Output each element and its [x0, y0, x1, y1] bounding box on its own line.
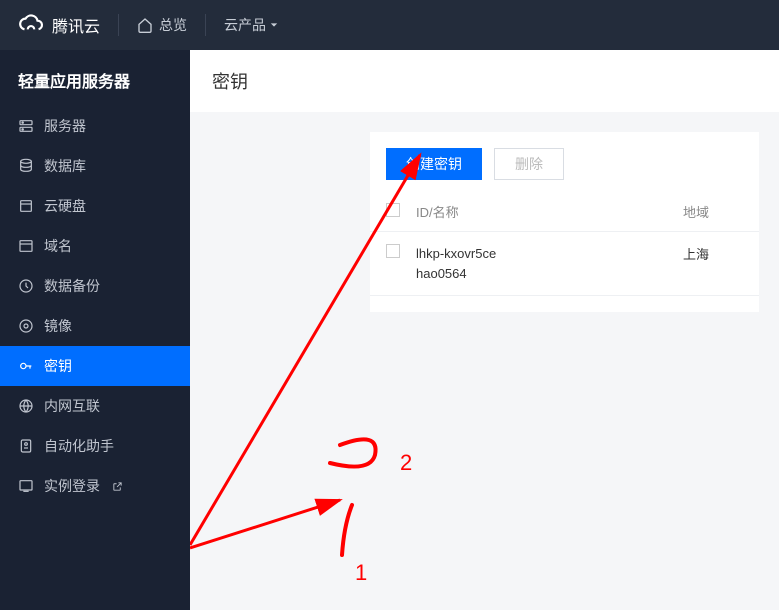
home-icon — [137, 17, 153, 33]
cloud-icon — [18, 12, 44, 38]
cell-id: lhkp-kxovr5ce hao0564 — [416, 244, 683, 283]
nav-label: 服务器 — [44, 116, 86, 136]
nav-domain[interactable]: 域名 — [0, 226, 190, 266]
nav-label: 数据库 — [44, 156, 86, 176]
nav-login[interactable]: 实例登录 — [0, 466, 190, 506]
key-table: ID/名称 地域 lhkp-kxovr5ce hao0564 上海 — [370, 192, 759, 296]
brand-text: 腾讯云 — [52, 13, 100, 37]
nav-disk[interactable]: 云硬盘 — [0, 186, 190, 226]
nav-automation-icon — [18, 438, 34, 454]
nav-backup-icon — [18, 278, 34, 294]
nav-label: 云硬盘 — [44, 196, 86, 216]
nav-intranet[interactable]: 内网互联 — [0, 386, 190, 426]
nav-label: 密钥 — [44, 356, 72, 376]
table-row: lhkp-kxovr5ce hao0564 上海 — [370, 232, 759, 296]
nav-disk-icon — [18, 198, 34, 214]
nav-label: 实例登录 — [44, 476, 100, 496]
overview-label: 总览 — [159, 15, 187, 35]
delete-button[interactable]: 删除 — [494, 148, 564, 180]
col-region-header: 地域 — [683, 202, 743, 221]
divider — [205, 14, 206, 36]
nav-server[interactable]: 服务器 — [0, 106, 190, 146]
divider — [118, 14, 119, 36]
annotation-2: 2 — [400, 450, 412, 475]
sidebar-title: 轻量应用服务器 — [0, 50, 190, 106]
nav-key[interactable]: 密钥 — [0, 346, 190, 386]
nav-label: 内网互联 — [44, 396, 100, 416]
nav-key-icon — [18, 358, 34, 374]
overview-link[interactable]: 总览 — [137, 15, 187, 35]
nav-domain-icon — [18, 238, 34, 254]
external-icon — [112, 481, 123, 492]
select-all-checkbox[interactable] — [386, 203, 400, 217]
main-content: 密钥 创建密钥 删除 ID/名称 地域 lhkp-kxovr5ce hao056… — [190, 50, 779, 610]
nav-label: 自动化助手 — [44, 436, 114, 456]
nav-label: 域名 — [44, 236, 72, 256]
nav-backup[interactable]: 数据备份 — [0, 266, 190, 306]
products-label: 云产品 — [224, 15, 266, 35]
nav-database-icon — [18, 158, 34, 174]
nav-image[interactable]: 镜像 — [0, 306, 190, 346]
sidebar: 轻量应用服务器 服务器数据库云硬盘域名数据备份镜像密钥内网互联自动化助手实例登录 — [0, 50, 190, 610]
nav-image-icon — [18, 318, 34, 334]
chevron-down-icon — [270, 21, 278, 29]
create-key-button[interactable]: 创建密钥 — [386, 148, 482, 180]
nav-label: 数据备份 — [44, 276, 100, 296]
key-panel: 创建密钥 删除 ID/名称 地域 lhkp-kxovr5ce hao0564 上… — [370, 132, 759, 312]
page-title: 密钥 — [190, 50, 779, 112]
nav-database[interactable]: 数据库 — [0, 146, 190, 186]
row-checkbox[interactable] — [386, 244, 400, 258]
nav-login-icon — [18, 478, 34, 494]
col-id-header: ID/名称 — [416, 202, 683, 221]
nav-label: 镜像 — [44, 316, 72, 336]
cell-region: 上海 — [683, 244, 743, 263]
top-bar: 腾讯云 总览 云产品 — [0, 0, 779, 50]
brand-logo[interactable]: 腾讯云 — [18, 12, 100, 38]
nav-automation[interactable]: 自动化助手 — [0, 426, 190, 466]
nav-server-icon — [18, 118, 34, 134]
annotation-1: 1 — [355, 560, 367, 585]
products-dropdown[interactable]: 云产品 — [224, 15, 278, 35]
nav-intranet-icon — [18, 398, 34, 414]
table-header: ID/名称 地域 — [370, 192, 759, 232]
